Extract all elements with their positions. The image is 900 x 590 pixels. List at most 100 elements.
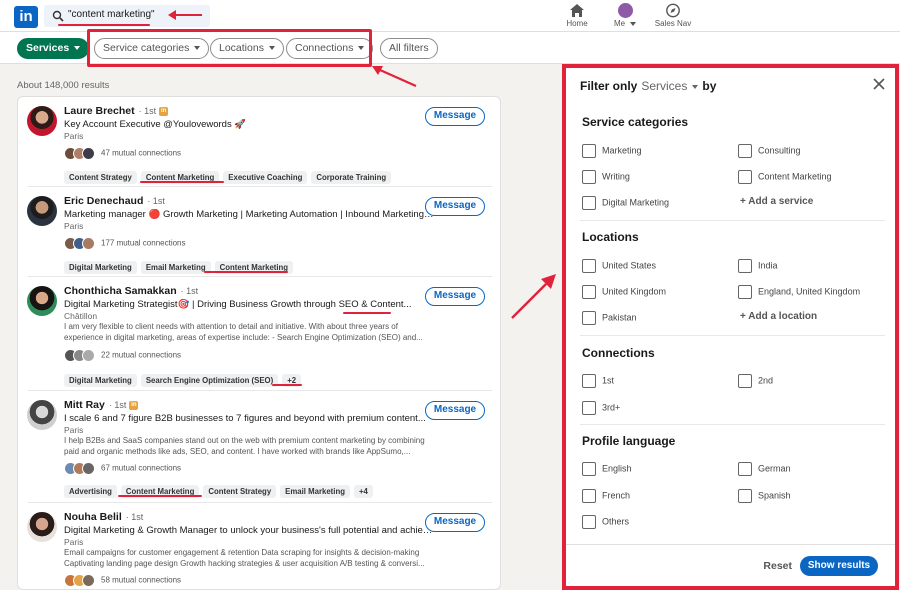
search-icon	[52, 10, 64, 22]
result-card[interactable]: Chonthicha Samakkan · 1st Digital Marketi…	[18, 277, 500, 391]
premium-icon: in	[159, 106, 169, 116]
mutual-connections-text: 47 mutual connections	[101, 148, 182, 158]
more-tags[interactable]: +4	[353, 485, 373, 498]
nav-sales-nav[interactable]: Sales Nav	[648, 3, 698, 28]
result-name-text: Eric Denechaud	[64, 195, 144, 207]
result-summary: I am very flexible to client needs with …	[64, 322, 423, 342]
result-name[interactable]: Laure Brechet · 1st in	[64, 105, 169, 117]
result-headline: Digital Marketing & Growth Manager to un…	[64, 525, 434, 536]
results-count: About 148,000 results	[17, 80, 110, 91]
degree-badge: · 1st	[138, 106, 157, 116]
message-button[interactable]: Message	[425, 513, 485, 532]
top-navigation-bar: in "content marketing" Home Me Sales Nav	[0, 0, 900, 32]
services-filter-label: Services	[26, 42, 70, 54]
annotation-underline-headline	[343, 312, 391, 314]
result-location: Paris	[64, 425, 84, 435]
chevron-down-icon	[630, 21, 637, 26]
result-headline: I scale 6 and 7 figure B2B businesses to…	[64, 413, 426, 424]
message-button[interactable]: Message	[425, 197, 485, 216]
degree-badge: · 1st	[125, 512, 144, 522]
service-tags: Content Strategy Content Marketing Executi…	[64, 167, 395, 185]
nav-sales-nav-label: Sales Nav	[654, 19, 692, 28]
profile-photo[interactable]	[27, 196, 57, 226]
mutual-faces	[64, 237, 96, 250]
annotation-underline-tag	[118, 495, 202, 497]
result-location: Paris	[64, 131, 84, 141]
mutual-connections[interactable]: 22 mutual connections	[64, 349, 181, 362]
result-card[interactable]: Laure Brechet · 1st in Key Account Executi…	[18, 97, 500, 187]
annotation-underline-search	[58, 24, 150, 26]
result-name-text: Mitt Ray	[64, 399, 105, 411]
degree-badge: · 1st	[180, 286, 199, 296]
degree-badge: · 1st	[147, 196, 165, 206]
nav-me-label: Me	[613, 19, 626, 28]
result-summary: I help B2Bs and SaaS companies stand out…	[64, 436, 425, 456]
service-tags: Digital Marketing Search Engine Optimizat…	[64, 370, 305, 388]
service-tag: Advertising	[64, 485, 117, 498]
avatar	[617, 3, 633, 18]
result-name[interactable]: Chonthicha Samakkan · 1st	[64, 285, 198, 297]
profile-photo[interactable]	[27, 286, 57, 316]
mutual-connections-text: 22 mutual connections	[101, 350, 182, 360]
annotation-box-panel	[562, 64, 899, 590]
premium-icon: in	[129, 400, 139, 410]
result-card[interactable]: Eric Denechaud · 1st Marketing manager 🔴 …	[18, 187, 500, 277]
all-filters-button[interactable]: All filters	[380, 38, 438, 59]
message-button[interactable]: Message	[425, 107, 485, 126]
annotation-underline-tag	[204, 271, 288, 273]
result-name-text: Laure Brechet	[64, 105, 135, 117]
chevron-down-icon	[74, 46, 81, 51]
result-name[interactable]: Mitt Ray · 1st in	[64, 399, 139, 411]
result-headline: Key Account Executive @Youlovewords 🚀	[64, 119, 247, 130]
result-location: Paris	[64, 537, 84, 547]
annotation-box-filters	[87, 29, 372, 67]
result-name-text: Chonthicha Samakkan	[64, 285, 177, 297]
mutual-connections[interactable]: 67 mutual connections	[64, 462, 181, 475]
result-headline: Digital Marketing Strategist🎯 | Driving …	[64, 299, 412, 310]
annotation-arrow-panel	[511, 274, 556, 319]
mutual-connections-text: 67 mutual connections	[101, 463, 182, 473]
service-tag: Corporate Training	[311, 171, 392, 184]
service-tag: Email Marketing	[280, 485, 350, 498]
profile-photo[interactable]	[27, 106, 57, 136]
result-summary: Email campaigns for customer engagement …	[64, 548, 425, 568]
linkedin-logo[interactable]: in	[14, 6, 38, 28]
message-button[interactable]: Message	[425, 287, 485, 306]
service-tag: Executive Coaching	[223, 171, 308, 184]
annotation-arrow-filters	[372, 66, 417, 88]
service-tag: Content Strategy	[203, 485, 277, 498]
result-headline: Marketing manager 🔴 Growth Marketing | M…	[64, 209, 434, 220]
result-name[interactable]: Eric Denechaud · 1st	[64, 195, 165, 207]
annotation-arrow-search	[168, 10, 202, 20]
mutual-faces	[64, 147, 96, 160]
nav-home[interactable]: Home	[552, 3, 602, 28]
mutual-connections-text: 58 mutual connections	[101, 575, 182, 585]
result-card[interactable]: Nouha Belil · 1st Digital Marketing & Gro…	[18, 503, 500, 589]
home-icon	[570, 4, 584, 17]
mutual-faces	[64, 462, 96, 475]
nav-me[interactable]: Me	[600, 3, 650, 28]
profile-photo[interactable]	[27, 400, 57, 430]
service-tag: Content Strategy	[64, 171, 137, 184]
message-button[interactable]: Message	[425, 401, 485, 420]
search-input[interactable]: "content marketing"	[68, 9, 155, 20]
service-tag: Email Marketing	[140, 261, 211, 274]
result-name[interactable]: Nouha Belil · 1st	[64, 511, 143, 523]
all-filters-label: All filters	[389, 42, 429, 54]
degree-badge: · 1st	[108, 400, 127, 410]
result-card[interactable]: Mitt Ray · 1st in I scale 6 and 7 figure B…	[18, 391, 500, 503]
mutual-connections[interactable]: 177 mutual connections	[64, 237, 186, 250]
nav-home-label: Home	[566, 19, 588, 28]
profile-photo[interactable]	[27, 512, 57, 542]
result-name-text: Nouha Belil	[64, 511, 122, 523]
results-list: Laure Brechet · 1st in Key Account Executi…	[17, 96, 501, 590]
service-tag: Search Engine Optimization (SEO)	[140, 374, 279, 387]
mutual-connections[interactable]: 47 mutual connections	[64, 147, 181, 160]
services-filter-button[interactable]: Services	[17, 38, 90, 59]
mutual-connections[interactable]: 58 mutual connections	[64, 574, 181, 587]
mutual-faces	[64, 349, 96, 362]
mutual-connections-text: 177 mutual connections	[101, 238, 186, 248]
annotation-underline-tag	[140, 181, 224, 183]
result-location: Châtillon	[64, 311, 98, 321]
result-location: Paris	[64, 221, 84, 231]
